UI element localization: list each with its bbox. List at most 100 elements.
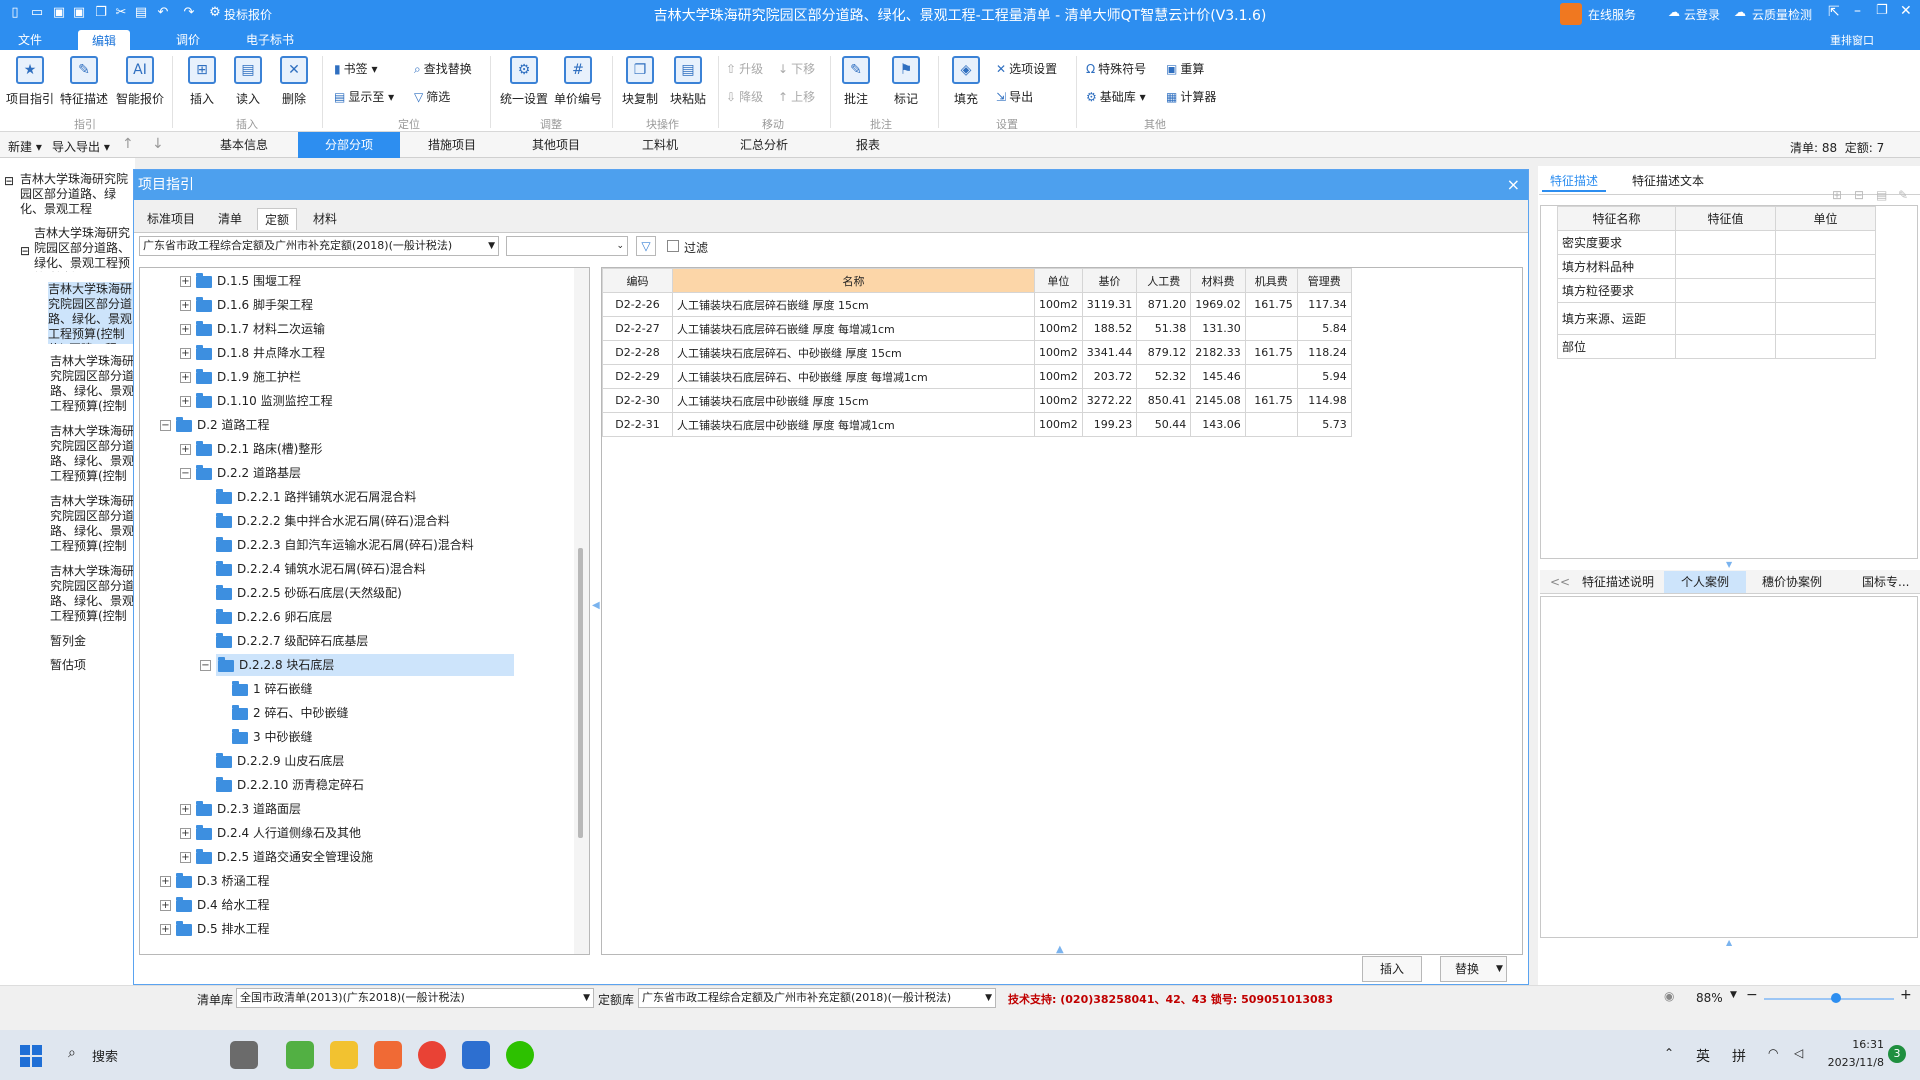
base-lib-button[interactable]: ⚙ 基础库 ▾ (1086, 88, 1146, 105)
calculator-button[interactable]: ▦ 计算器 (1166, 88, 1216, 105)
splitter-up-icon[interactable]: ▲ (1726, 938, 1732, 947)
zoom-out-icon[interactable]: − (1746, 987, 1758, 1003)
feature-row[interactable]: 密实度要求 (1557, 230, 1876, 255)
mark-button[interactable]: ⚑ 标记 (878, 56, 934, 107)
column-header[interactable]: 管理费 (1296, 268, 1352, 293)
tree-node[interactable]: D.2.2.10 沥青稳定碎石 (216, 774, 364, 796)
move-down-button[interactable]: ↓ 下移 (778, 60, 815, 77)
tab-feature-desc[interactable]: 特征描述 (1542, 170, 1607, 192)
expand-icon[interactable]: + (180, 396, 191, 407)
bottom-nav-prev[interactable]: << (1542, 571, 1578, 593)
copy-icon[interactable]: ❐ (92, 4, 110, 22)
tree-node[interactable]: + D.4 给水工程 (160, 894, 270, 916)
tree-node[interactable]: + D.1.9 施工护栏 (180, 366, 301, 388)
tree-node[interactable]: D.2.2.3 自卸汽车运输水泥石屑(碎石)混合料 (216, 534, 474, 556)
tree-item-lighting[interactable]: 吉林大学珠海研究院园区部分道路、绿化、景观工程预算(控制价)-照明工程 (50, 564, 134, 624)
column-header[interactable]: 单位 (1034, 268, 1083, 293)
tree-node[interactable]: − D.2.2 道路基层 (180, 462, 301, 484)
tree-node[interactable]: 1 碎石嵌缝 (232, 678, 312, 700)
ime-lang[interactable]: 英 (1696, 1046, 1710, 1066)
bookmark-button[interactable]: ▮ 书签 ▾ (334, 60, 377, 77)
tab-basic-info[interactable]: 基本信息 (192, 132, 296, 158)
taskbar-app-icon[interactable] (230, 1041, 258, 1069)
menu-file[interactable]: 文件 (18, 31, 42, 48)
tree-item-root[interactable]: 吉林大学珠海研究院园区部分道路、绿化、景观工程 (20, 172, 132, 220)
tray-chevron-icon[interactable]: ⌃ (1664, 1046, 1674, 1060)
tree-item-budget[interactable]: 吉林大学珠海研究院园区部分道路、绿化、景观工程预算(控制价) (34, 226, 132, 272)
tree-node[interactable]: D.2.2.1 路拌铺筑水泥石屑混合料 (216, 486, 416, 508)
delete-button[interactable]: ✕ 删除 (266, 56, 322, 107)
import-export-button[interactable]: 导入导出 ▾ (52, 138, 110, 155)
bill-lib-select[interactable]: 全国市政清单(2013)(广东2018)(一般计税法) ▼ (236, 988, 594, 1008)
tree-item-greening[interactable]: 吉林大学珠海研究院园区部分道路、绿化、景观工程预算(控制价)-绿化工程 (50, 354, 134, 414)
tree-node[interactable]: + D.5 排水工程 (160, 918, 270, 940)
chrome-icon[interactable] (418, 1041, 446, 1069)
zoom-slider-thumb[interactable] (1831, 993, 1842, 1003)
filter-icon[interactable]: ▽ (636, 236, 656, 256)
filter-checkbox[interactable] (667, 240, 679, 252)
search-icon[interactable]: ⌕ (68, 1045, 76, 1061)
expand-icon[interactable]: + (160, 924, 171, 935)
save-all-icon[interactable]: ▣ (70, 4, 88, 22)
rearrange-window-button[interactable]: 重排窗口 (1830, 32, 1874, 48)
tab-price-association-cases[interactable]: 穗价协案例 (1754, 571, 1830, 593)
options-button[interactable]: ✕ 选项设置 (996, 60, 1057, 77)
tree-node[interactable]: − D.2 道路工程 (160, 414, 270, 436)
menu-e-bid[interactable]: 电子标书 (246, 31, 294, 48)
splitter-left-icon[interactable]: ◀ (592, 600, 600, 611)
windows-start-icon[interactable] (20, 1045, 42, 1067)
replace-dropdown-icon[interactable]: ▼ (1493, 956, 1507, 982)
tree-node[interactable]: D.2.2.4 铺筑水泥石屑(碎石)混合料 (216, 558, 426, 580)
taskbar-app-icon[interactable] (462, 1041, 490, 1069)
expand-icon[interactable]: + (160, 900, 171, 911)
quick-bid-button[interactable]: 投标报价 (224, 6, 272, 23)
unit-price-number-button[interactable]: # 单价编号 (548, 56, 608, 107)
expand-icon[interactable]: + (180, 300, 191, 311)
tree-node[interactable]: + D.1.10 监测监控工程 (180, 390, 333, 412)
feature-row[interactable]: 填方材料品种 (1557, 254, 1876, 279)
cloud-login-button[interactable]: 云登录 (1684, 6, 1720, 23)
column-header[interactable]: 人工费 (1136, 268, 1192, 293)
cut-icon[interactable]: ✂ (112, 4, 130, 22)
tree-item-provisional-sum[interactable]: 暂列金 (50, 634, 86, 649)
online-service-icon[interactable] (1560, 3, 1582, 25)
expand-icon[interactable]: + (180, 828, 191, 839)
tab-quota[interactable]: 定额 (257, 208, 298, 230)
tree-collapse-icon[interactable]: ⊟ (4, 174, 14, 189)
downgrade-button[interactable]: ⇩ 降级 (726, 88, 763, 105)
tab-feature-desc-text[interactable]: 特征描述文本 (1624, 170, 1712, 192)
chapter-select[interactable]: ⌄ (506, 236, 628, 256)
pin-icon[interactable]: ⇱ (1828, 4, 1840, 20)
volume-icon[interactable]: ◁ (1794, 1046, 1803, 1060)
tree-node[interactable]: + D.2.5 道路交通安全管理设施 (180, 846, 373, 868)
taskbar-app-icon[interactable] (286, 1041, 314, 1069)
filter-button[interactable]: ▽ 筛选 (414, 88, 450, 105)
scrollbar-thumb[interactable] (578, 548, 583, 838)
menu-edit[interactable]: 编辑 (78, 30, 131, 50)
table-row[interactable]: D2-2-30 人工铺装块石底层中砂嵌缝 厚度 15cm 100m2 3272.22 8… (602, 388, 1352, 413)
tab-national-standard[interactable]: 国标专... (1854, 571, 1917, 593)
minimize-icon[interactable]: – (1854, 3, 1861, 19)
restore-icon[interactable]: ❐ (1876, 3, 1888, 18)
online-service-button[interactable]: 在线服务 (1588, 6, 1636, 23)
tab-feature-explain[interactable]: 特征描述说明 (1574, 571, 1662, 593)
expand-icon[interactable]: + (160, 876, 171, 887)
upgrade-button[interactable]: ⇧ 升级 (726, 60, 763, 77)
feature-row[interactable]: 填方来源、运距 (1557, 302, 1876, 335)
quick-bid-icon[interactable]: ⚙ (206, 4, 224, 22)
ime-mode[interactable]: 拼 (1732, 1046, 1746, 1066)
smart-quote-button[interactable]: AI 智能报价 (112, 56, 168, 107)
tree-node[interactable]: + D.2.3 道路面层 (180, 798, 301, 820)
panel-tool-icon[interactable]: ⊞ (1832, 188, 1842, 202)
tree-node[interactable]: D.2.2.9 山皮石底层 (216, 750, 344, 772)
collapse-icon[interactable]: − (160, 420, 171, 431)
panel-tool-icon[interactable]: ✎ (1898, 188, 1908, 202)
table-row[interactable]: D2-2-29 人工铺装块石底层碎石、中砂嵌缝 厚度 每增减1cm 100m2 203… (602, 364, 1352, 389)
table-row[interactable]: D2-2-28 人工铺装块石底层碎石、中砂嵌缝 厚度 15cm 100m2 3341.… (602, 340, 1352, 365)
save-icon[interactable]: ▣ (50, 4, 68, 22)
arrow-down-icon[interactable]: ↓ (152, 136, 164, 152)
wifi-icon[interactable]: ◠ (1768, 1046, 1778, 1060)
column-header[interactable]: 基价 (1081, 268, 1138, 293)
quota-lib-select[interactable]: 广东省市政工程综合定额及广州市补充定额(2018)(一般计税法) ▼ (139, 236, 499, 256)
recalc-button[interactable]: ▣ 重算 (1166, 60, 1204, 77)
